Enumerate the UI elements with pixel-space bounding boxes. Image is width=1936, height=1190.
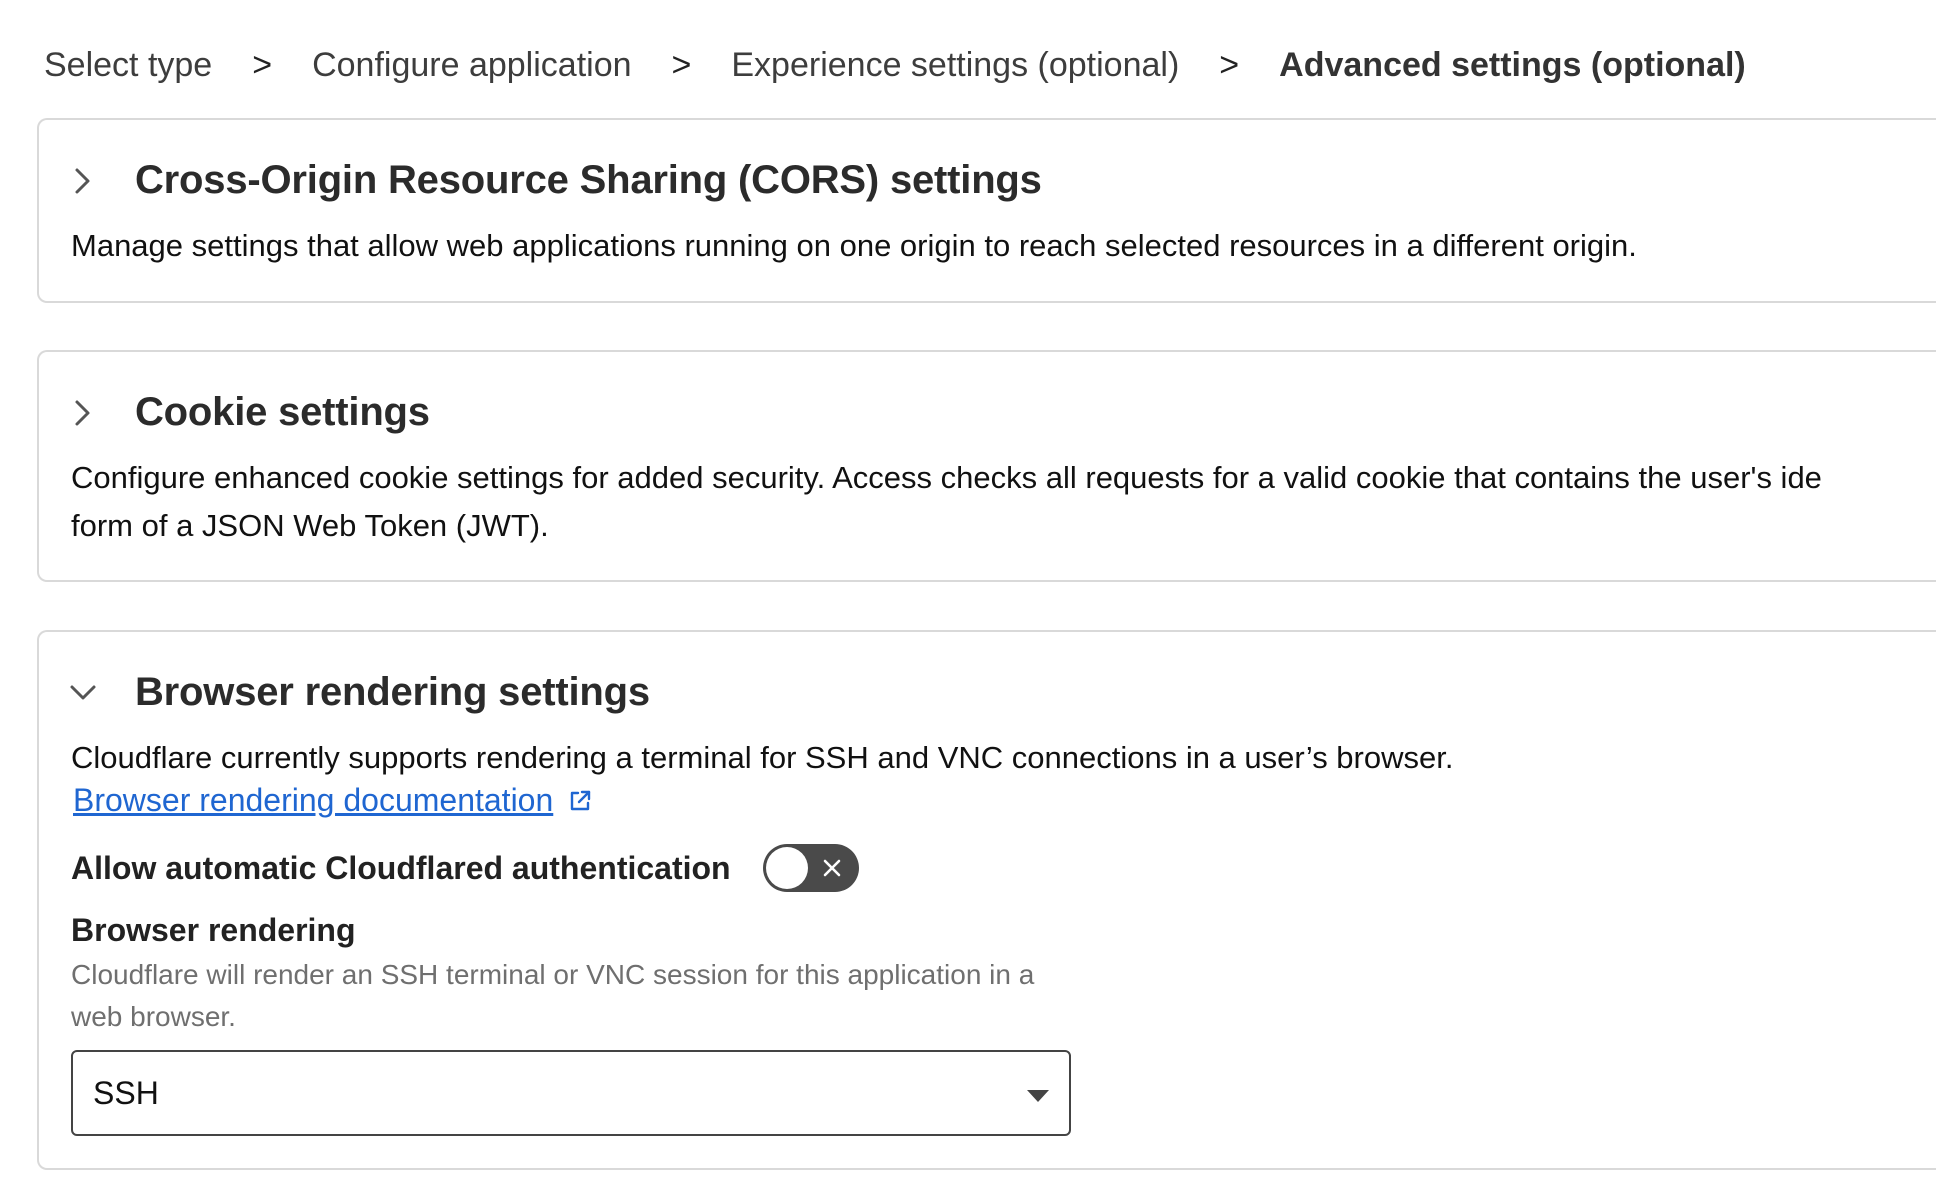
breadcrumb-configure-application[interactable]: Configure application: [312, 46, 631, 85]
browser-rendering-field-label: Browser rendering: [71, 912, 356, 948]
toggle-knob: [765, 847, 808, 889]
browser-rendering-card: Browser rendering settings Cloudflare cu…: [37, 630, 1936, 1170]
chevron-right-icon: [75, 168, 90, 193]
chevron-right-icon: [75, 400, 90, 425]
auto-auth-row: Allow automatic Cloudflared authenticati…: [71, 844, 859, 892]
external-link-icon: [571, 790, 591, 810]
close-icon: [823, 859, 840, 877]
browser-rendering-doc-link[interactable]: Browser rendering documentation: [73, 782, 593, 819]
caret-down-icon: [1027, 1090, 1049, 1102]
browser-rendering-title: Browser rendering settings: [135, 670, 650, 714]
browser-rendering-selected-value: SSH: [93, 1074, 159, 1111]
auto-auth-toggle[interactable]: [762, 844, 859, 892]
auto-auth-label: Allow automatic Cloudflared authenticati…: [71, 849, 731, 886]
cors-settings-card: Cross-Origin Resource Sharing (CORS) set…: [37, 118, 1936, 303]
breadcrumb: Select type > Configure application > Ex…: [44, 46, 1746, 85]
breadcrumb-separator: >: [1219, 46, 1240, 84]
breadcrumb-select-type[interactable]: Select type: [44, 46, 212, 85]
doc-link-label: Browser rendering documentation: [73, 782, 554, 818]
cookie-settings-description: Configure enhanced cookie settings for a…: [71, 454, 1822, 550]
browser-rendering-select[interactable]: SSH: [71, 1050, 1071, 1136]
breadcrumb-separator: >: [671, 46, 692, 84]
breadcrumb-advanced-settings: Advanced settings (optional): [1279, 46, 1746, 84]
cors-settings-header[interactable]: Cross-Origin Resource Sharing (CORS) set…: [63, 158, 1042, 203]
cookie-description-line-2: form of a JSON Web Token (JWT).: [71, 508, 549, 543]
cors-settings-description: Manage settings that allow web applicati…: [71, 228, 1637, 263]
breadcrumb-experience-settings[interactable]: Experience settings (optional): [731, 46, 1179, 85]
cookie-settings-header[interactable]: Cookie settings: [63, 390, 430, 435]
cookie-settings-card: Cookie settings Configure enhanced cooki…: [37, 350, 1936, 582]
chevron-down-icon: [70, 685, 96, 699]
cookie-settings-title: Cookie settings: [135, 390, 430, 434]
breadcrumb-separator: >: [252, 46, 273, 84]
browser-rendering-field-help: Cloudflare will render an SSH terminal o…: [71, 959, 1035, 1032]
cookie-description-line-1: Configure enhanced cookie settings for a…: [71, 460, 1822, 495]
browser-rendering-description: Cloudflare currently supports rendering …: [71, 740, 1454, 775]
cors-settings-title: Cross-Origin Resource Sharing (CORS) set…: [135, 158, 1042, 202]
browser-rendering-header[interactable]: Browser rendering settings: [63, 670, 650, 715]
